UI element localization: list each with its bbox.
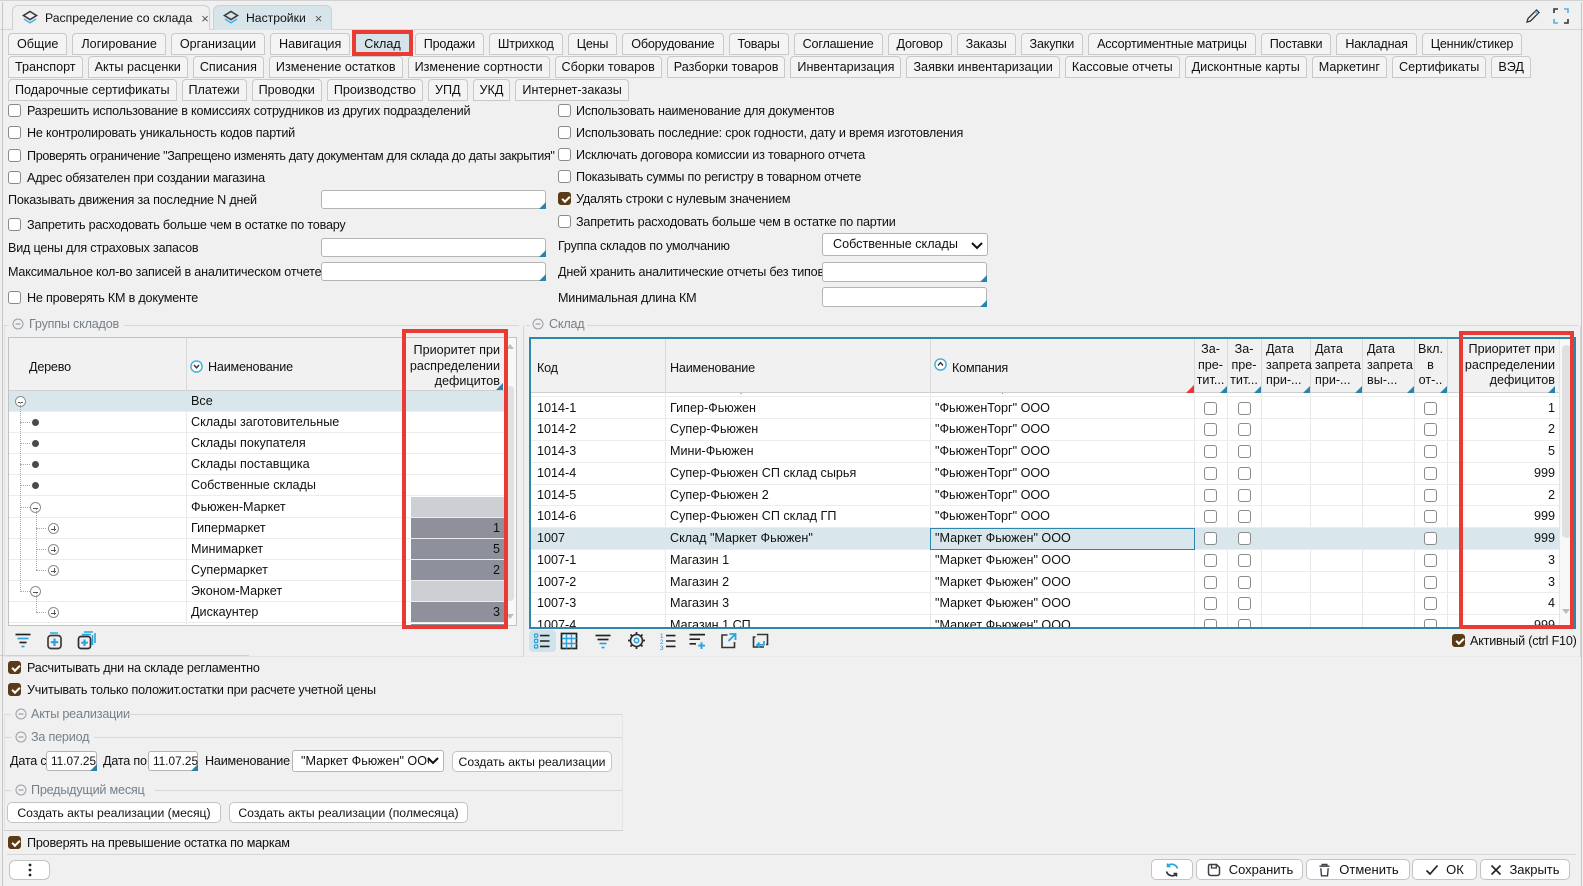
svg-text:3: 3	[660, 645, 664, 650]
